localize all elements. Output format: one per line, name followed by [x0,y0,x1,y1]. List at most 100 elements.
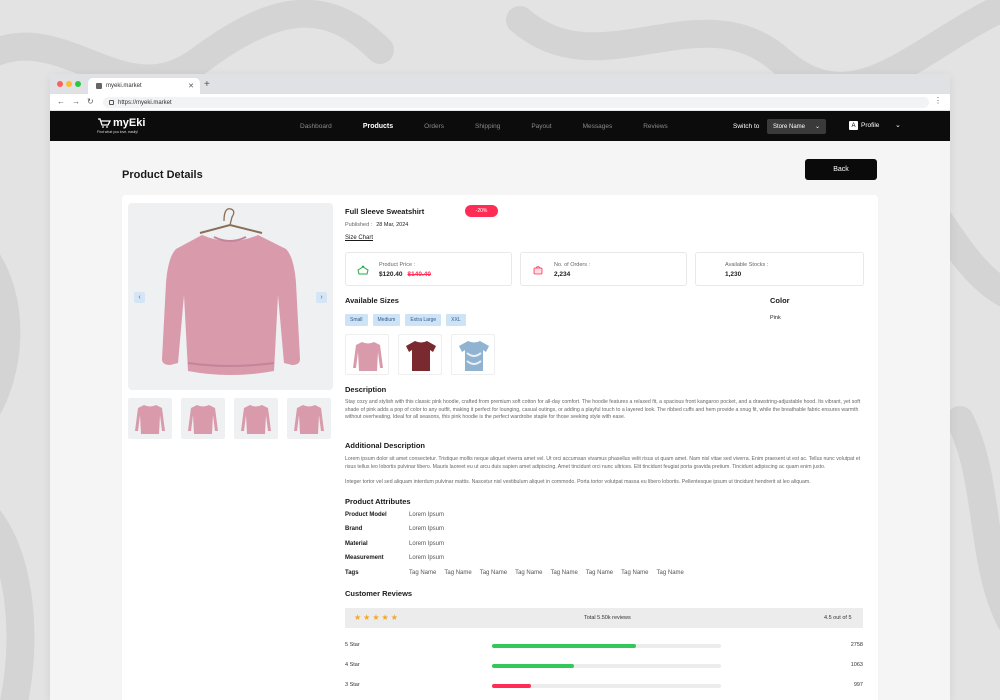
tag[interactable]: Tag Name [586,570,613,576]
menu-payout[interactable]: Payout [531,123,551,130]
size-small[interactable]: Small [345,314,368,326]
new-tab-button[interactable]: + [204,79,210,90]
sweatshirt-image [162,208,300,375]
tag[interactable]: Tag Name [515,570,542,576]
total-reviews: Total 5.50k reviews [584,615,631,621]
size-extra-large[interactable]: Extra Large [405,314,442,326]
cart-logo-icon [98,118,111,128]
store-select-value: Store Name [773,123,806,130]
tags-label: Tags [345,570,359,576]
star-icon: ★ [381,613,389,622]
attribute-value: Lorem Ipsum [409,555,445,561]
tag-list: Tag Name Tag Name Tag Name Tag Name Tag … [409,570,684,576]
star-rating: ★ ★ ★ ★ ★ [354,613,398,622]
main-menu: Dashboard Products Orders Shipping Payou… [300,111,699,141]
url-input[interactable]: https://myeki.market [103,97,929,108]
close-window-button[interactable] [57,81,63,87]
tshirt-variant-icon [406,341,436,371]
thumbnail-1[interactable] [128,398,172,439]
rating-fill [492,684,531,688]
rating-track [492,684,721,688]
rating-track [492,644,721,648]
tag[interactable]: Tag Name [550,570,577,576]
old-price: $140.40 [407,271,432,278]
rating-fill [492,664,575,668]
stocks-label: Available Stocks : [725,262,769,268]
attribute-value: Lorem Ipsum [409,541,445,547]
tab-close-icon[interactable]: ✕ [188,82,194,90]
browser-menu-icon[interactable]: ⋮ [934,96,942,105]
browser-window: myeki.market ✕ + ← → ↻ https://myeki.mar… [50,74,950,700]
prev-image-button[interactable]: ‹ [134,292,145,303]
lock-icon [109,100,114,105]
size-medium[interactable]: Medium [372,314,401,326]
profile-chevron-icon[interactable]: ⌄ [895,121,901,129]
back-button[interactable]: Back [805,159,877,180]
menu-shipping[interactable]: Shipping [475,123,500,130]
tag[interactable]: Tag Name [444,570,471,576]
variant-pink-sweatshirt[interactable] [345,334,389,375]
sizes-heading: Available Sizes [345,296,399,305]
sweatshirt-thumb-icon [294,405,324,434]
star-icon: ★ [372,613,380,622]
tag[interactable]: Tag Name [480,570,507,576]
product-name: Full Sleeve Sweatshirt [345,207,425,216]
chevron-down-icon: ⌄ [814,124,820,130]
tag[interactable]: Tag Name [409,570,436,576]
rating-row: 3 Star 997 [345,681,863,691]
thumbnail-2[interactable] [181,398,225,439]
star-icon: ★ [354,613,362,622]
logo[interactable]: myEki Find what you love, easily! [97,117,145,134]
sweatshirt-thumb-icon [241,405,271,434]
menu-orders[interactable]: Orders [424,123,444,130]
menu-reviews[interactable]: Reviews [643,123,668,130]
rating-label: 3 Star [345,682,360,688]
sweatshirt-variant-icon [353,342,383,371]
menu-dashboard[interactable]: Dashboard [300,123,332,130]
maximize-window-button[interactable] [75,81,81,87]
rating-label: 5 Star [345,642,360,648]
browser-tabbar: myeki.market ✕ + [50,74,950,94]
tag[interactable]: Tag Name [657,570,684,576]
avatar: A [849,121,858,130]
stat-stocks: Available Stocks : 1,230 [695,252,864,286]
browser-tab[interactable]: myeki.market ✕ [88,78,200,94]
rating-row: 5 Star 2758 [345,641,863,651]
profile-menu[interactable]: A Profile [849,121,879,130]
next-image-button[interactable]: › [316,292,327,303]
url-text: https://myeki.market [118,99,172,106]
orders-value: 2,234 [554,271,571,278]
rating-count: 1063 [850,662,863,668]
logo-tagline: Find what you love, easily! [97,130,139,134]
switch-to-label: Switch to [733,123,760,130]
shirt-icon [357,265,369,275]
average-rating: 4.5 out of 5 [824,615,852,621]
forward-arrow-icon[interactable]: → [72,97,80,106]
size-chart-link[interactable]: Size Chart [345,235,373,241]
orders-label: No. of Orders : [554,262,591,268]
variant-maroon-tshirt[interactable] [398,334,442,375]
size-options: Small Medium Extra Large XXL [345,314,466,326]
store-select[interactable]: Store Name ⌄ [767,119,826,134]
attribute-label: Brand [345,526,363,532]
app-navbar: myEki Find what you love, easily! Dashbo… [50,111,950,141]
variant-tiedye-tshirt[interactable] [451,334,495,375]
minimize-window-button[interactable] [66,81,72,87]
variant-list [345,334,495,375]
size-xxl[interactable]: XXL [446,314,466,326]
thumbnail-4[interactable] [287,398,331,439]
menu-messages[interactable]: Messages [583,123,613,130]
tag[interactable]: Tag Name [621,570,648,576]
price-label: Product Price : [379,262,416,268]
product-card: ‹ › Full Sleeve Sweatshirt -20% Publishe… [122,195,878,700]
published-date: 28 Mar, 2024 [376,222,409,228]
reload-icon[interactable]: ↻ [87,97,94,106]
menu-products[interactable]: Products [363,123,393,130]
profile-label: Profile [861,122,880,129]
rating-label: 4 Star [345,662,360,668]
thumbnail-3[interactable] [234,398,278,439]
back-arrow-icon[interactable]: ← [57,97,65,106]
attribute-value: Lorem Ipsum [409,512,445,518]
page-title: Product Details [122,169,203,181]
thumbnail-list [128,398,331,439]
